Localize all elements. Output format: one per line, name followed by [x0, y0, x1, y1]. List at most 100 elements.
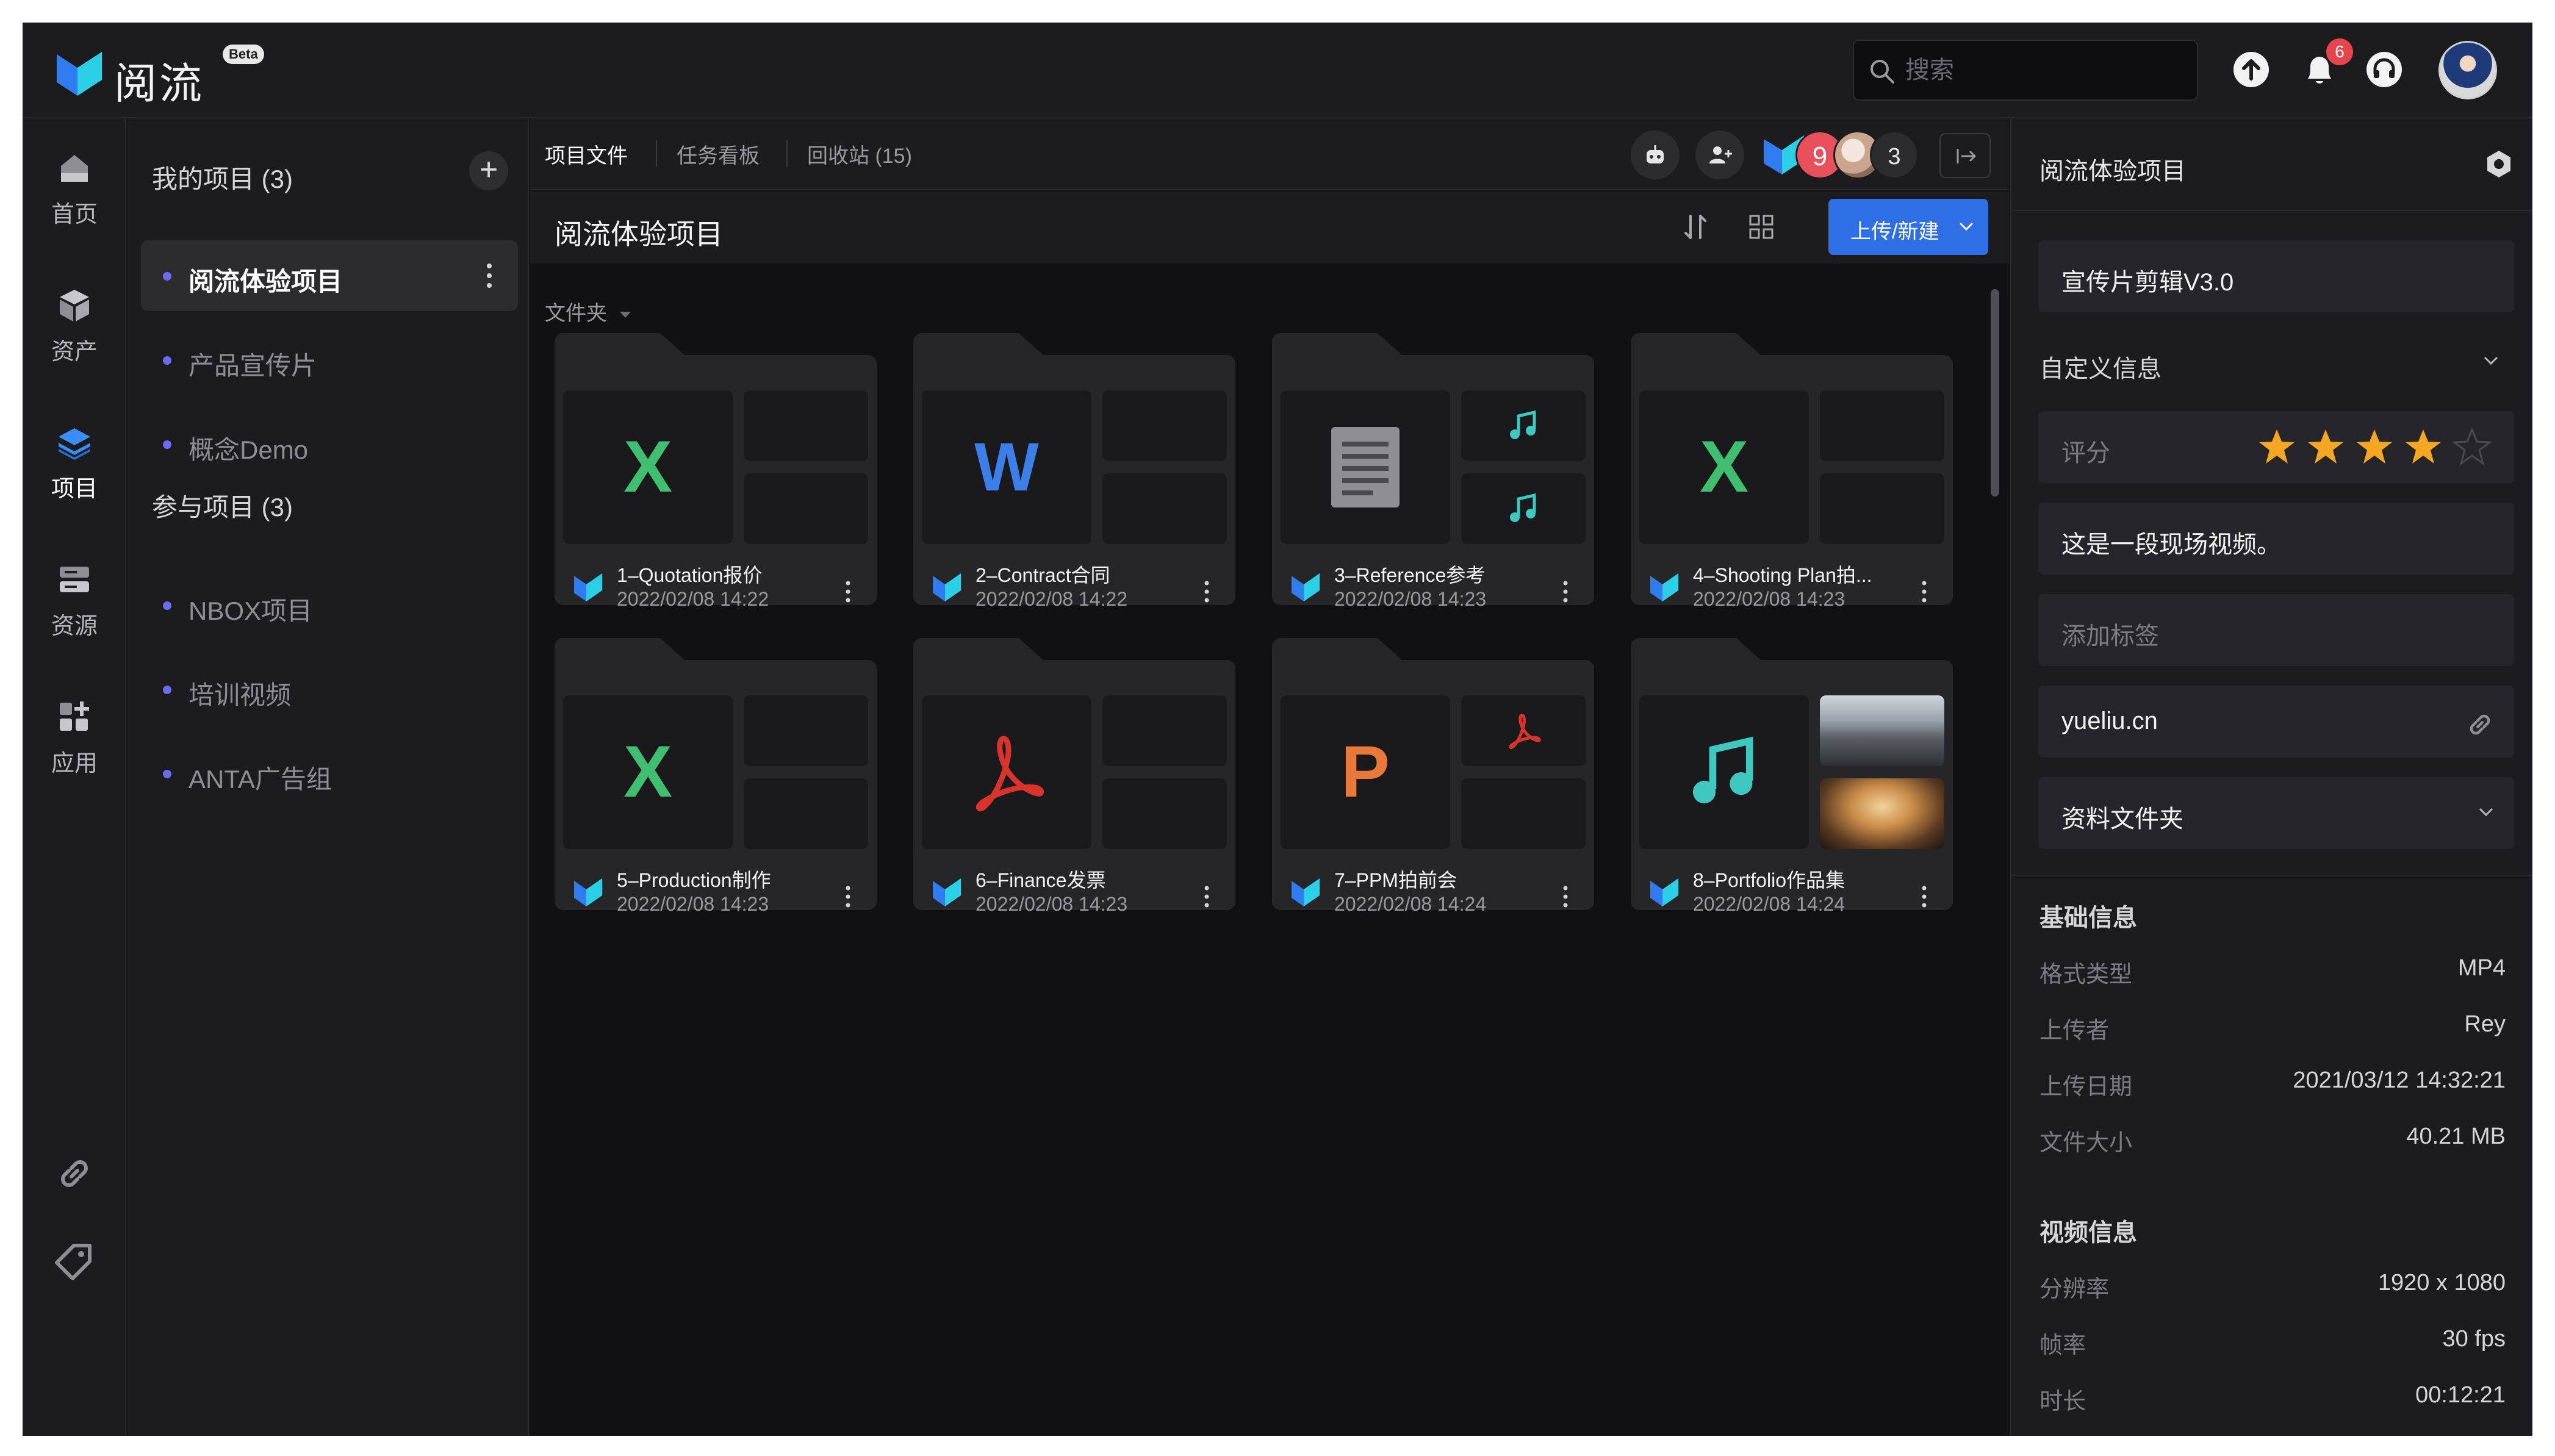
- folder-card[interactable]: P 7–PPM拍前会 2022/02/08 14:24: [1272, 638, 1594, 915]
- project-item[interactable]: 培训视频: [141, 654, 518, 725]
- folder-card[interactable]: W 2–Contract合同 2022/02/08 14:22: [913, 333, 1235, 610]
- music-note-icon: [1692, 736, 1753, 804]
- toggle-detail-panel-button[interactable]: [1939, 133, 1991, 178]
- upload-icon[interactable]: [2227, 46, 2275, 93]
- folder-select[interactable]: 资料文件夹: [2038, 777, 2514, 849]
- folder-logo-icon: [1292, 878, 1320, 906]
- tab-recycle-bin[interactable]: 回收站 (15): [807, 139, 912, 169]
- preview-main: [1281, 390, 1450, 544]
- more-vertical-icon[interactable]: [480, 257, 498, 294]
- preview-slot: [1820, 473, 1944, 544]
- link-icon[interactable]: [53, 1152, 96, 1195]
- project-item[interactable]: 阅流体验项目: [141, 240, 518, 311]
- link-icon[interactable]: [2464, 709, 2496, 741]
- star-filled-icon[interactable]: [2354, 427, 2395, 467]
- project-item[interactable]: ANTA广告组: [141, 738, 518, 809]
- notification-badge: 6: [2326, 38, 2353, 65]
- more-vertical-icon[interactable]: [1915, 573, 1933, 610]
- link-field[interactable]: yueliu.cn: [2038, 686, 2514, 758]
- more-vertical-icon[interactable]: [839, 573, 857, 610]
- nav-assets-label: 资产: [51, 339, 98, 365]
- folder-body: X 5–Production制作 2022/02/08 14:23: [555, 660, 877, 915]
- star-filled-icon[interactable]: [2305, 427, 2346, 467]
- rating-label: 评分: [2061, 440, 2110, 467]
- nav-projects[interactable]: 项目: [23, 423, 126, 515]
- video-thumbnail: [1820, 695, 1944, 766]
- folder-card[interactable]: X 5–Production制作 2022/02/08 14:23: [555, 638, 877, 915]
- more-members-count[interactable]: 3: [1870, 131, 1919, 179]
- preview-slot: [1102, 695, 1227, 766]
- star-empty-icon[interactable]: [2452, 427, 2492, 467]
- star-filled-icon[interactable]: [2403, 427, 2443, 467]
- project-item[interactable]: 产品宣传片: [141, 325, 518, 395]
- detail-panel: 阅流体验项目 宣传片剪辑V3.0 自定义信息 评分 这是一段现场视频。 添加标签…: [2010, 118, 2532, 1436]
- upload-new-button[interactable]: 上传/新建: [1828, 199, 1988, 255]
- nav-resources[interactable]: 资源: [23, 561, 126, 652]
- tab-divider: [786, 140, 788, 167]
- apps-icon: [60, 701, 89, 731]
- tag-icon[interactable]: [53, 1241, 96, 1283]
- folder-card[interactable]: 3–Reference参考 2022/02/08 14:23: [1272, 333, 1594, 610]
- folder-name: 5–Production制作: [617, 869, 771, 891]
- file-name-value: 宣传片剪辑V3.0: [2061, 269, 2234, 296]
- basic-info-title: 基础信息: [2039, 905, 2137, 931]
- nav-apps[interactable]: 应用: [23, 698, 126, 789]
- chevron-down-icon[interactable]: [2481, 354, 2501, 368]
- main-nav-rail: 首页 资产 项目 资源 应用: [23, 118, 126, 1436]
- search-box[interactable]: [1853, 40, 2198, 101]
- panel-title: 阅流体验项目: [2039, 158, 2186, 185]
- svg-text:P: P: [1341, 736, 1390, 809]
- more-vertical-icon[interactable]: [1198, 573, 1216, 610]
- add-member-button[interactable]: [1695, 131, 1744, 179]
- folder-logo-icon: [1650, 878, 1678, 906]
- scrollbar-thumb[interactable]: [1991, 289, 1999, 497]
- preview-slot: [1461, 695, 1586, 766]
- settings-icon[interactable]: [2484, 149, 2514, 179]
- add-project-button[interactable]: +: [469, 151, 508, 190]
- project-item[interactable]: 概念Demo: [141, 409, 518, 479]
- more-vertical-icon[interactable]: [1198, 878, 1216, 915]
- project-title-bar: 阅流体验项目 上传/新建: [530, 192, 2009, 264]
- folder-group-toggle[interactable]: 文件夹: [545, 296, 632, 326]
- more-vertical-icon[interactable]: [1556, 573, 1575, 610]
- grid-view-icon[interactable]: [1744, 210, 1778, 244]
- project-dot: [163, 356, 171, 365]
- powerpoint-icon: P: [1341, 736, 1390, 809]
- description-field[interactable]: 这是一段现场视频。: [2038, 503, 2514, 575]
- bot-button[interactable]: [1631, 131, 1680, 179]
- app-logo[interactable]: 阅流 Beta: [53, 45, 264, 107]
- sort-icon[interactable]: [1678, 210, 1712, 244]
- project-dot: [163, 440, 171, 449]
- tag-input-field[interactable]: 添加标签: [2038, 594, 2514, 666]
- tab-task-board[interactable]: 任务看板: [677, 139, 760, 169]
- info-key: 文件大小: [2039, 1130, 2133, 1156]
- file-name-field[interactable]: 宣传片剪辑V3.0: [2038, 240, 2514, 312]
- folder-logo-icon: [1650, 573, 1678, 601]
- more-vertical-icon[interactable]: [839, 878, 857, 915]
- nav-resources-label: 资源: [51, 614, 98, 639]
- search-input[interactable]: [1905, 52, 2186, 88]
- folder-card[interactable]: X 4–Shooting Plan拍... 2022/02/08 14:23: [1631, 333, 1953, 610]
- folder-name: 8–Portfolio作品集: [1693, 869, 1845, 891]
- more-vertical-icon[interactable]: [1556, 878, 1575, 915]
- nav-home[interactable]: 首页: [23, 149, 126, 240]
- tab-project-files[interactable]: 项目文件: [545, 139, 628, 169]
- folder-card[interactable]: 8–Portfolio作品集 2022/02/08 14:24: [1631, 638, 1953, 915]
- project-label: 概念Demo: [189, 436, 309, 464]
- folder-card[interactable]: X 1–Quotation报价 2022/02/08 14:22: [555, 333, 877, 610]
- nav-assets[interactable]: 资产: [23, 286, 126, 378]
- server-icon: [60, 567, 89, 592]
- more-vertical-icon[interactable]: [1915, 878, 1933, 915]
- user-avatar[interactable]: [2438, 41, 2497, 99]
- tabs-bar: 项目文件 任务看板 回收站 (15) 9 3: [530, 118, 2009, 190]
- nav-home-label: 首页: [51, 202, 98, 228]
- folder-logo-icon: [1292, 573, 1320, 601]
- folder-card[interactable]: 6–Finance发票 2022/02/08 14:23: [913, 638, 1235, 915]
- info-value: 40.21 MB: [2406, 1124, 2506, 1149]
- star-filled-icon[interactable]: [2257, 427, 2297, 467]
- project-item[interactable]: NBOX项目: [141, 570, 518, 640]
- info-value: Rey: [2464, 1011, 2506, 1037]
- preview-slot: [1102, 390, 1227, 461]
- headset-icon[interactable]: [2360, 46, 2408, 93]
- my-projects-title: 我的项目 (3): [152, 165, 293, 193]
